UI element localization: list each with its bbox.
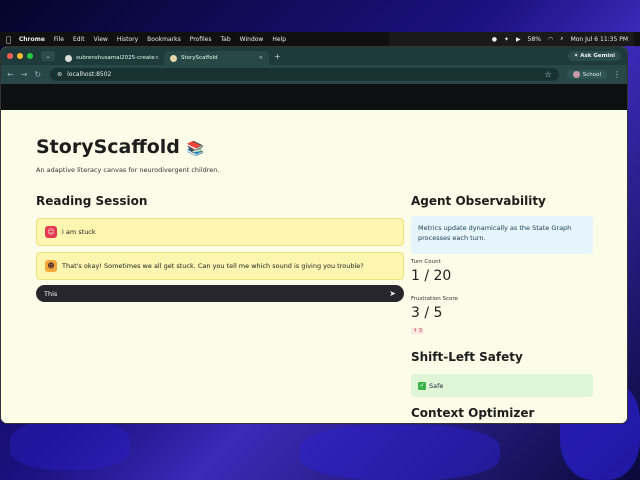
safety-status-box: ✓ Safe: [411, 374, 593, 397]
reload-icon[interactable]: ↻: [34, 70, 41, 79]
page-title-text: StoryScaffold: [36, 136, 180, 158]
mac-menu-bar:  Chrome File Edit View History Bookmark…: [0, 32, 640, 46]
turn-count-label: Turn Count: [411, 259, 441, 265]
github-icon: [65, 54, 72, 62]
site-info-icon[interactable]: ⊚: [57, 71, 62, 78]
menu-tab[interactable]: Tab: [221, 36, 231, 43]
menu-window[interactable]: Window: [240, 36, 264, 43]
reading-session-heading: Reading Session: [36, 194, 148, 208]
search-icon[interactable]: ⌕: [560, 35, 563, 43]
wifi-icon[interactable]: ◠: [548, 36, 553, 43]
streamlit-icon: [170, 54, 177, 62]
browser-menu-icon[interactable]: ⋮: [613, 70, 621, 79]
play-icon[interactable]: ▶: [516, 36, 521, 43]
back-icon[interactable]: ←: [7, 70, 14, 79]
frustration-score-value: 3 / 5: [411, 305, 443, 321]
check-icon: ✓: [418, 381, 426, 390]
new-tab-button[interactable]: +: [274, 52, 281, 61]
user-avatar-icon: ☺: [45, 226, 57, 238]
tab-strip: ⌄ subrenshusamal2025-create × StoryScaff…: [1, 47, 627, 65]
chat-message-assistant: ☻ That's okay! Sometimes we all get stuc…: [36, 252, 404, 280]
assistant-avatar-icon: ☻: [45, 260, 57, 272]
tab-label: StoryScaffold: [181, 55, 218, 61]
message-text: That's okay! Sometimes we all get stuck.…: [62, 262, 364, 270]
frustration-delta-badge: ↑ 3: [411, 328, 424, 334]
profile-avatar: [572, 71, 580, 78]
menu-help[interactable]: Help: [272, 36, 286, 43]
chat-input[interactable]: [44, 289, 390, 298]
send-icon[interactable]: ➤: [389, 289, 396, 298]
record-icon[interactable]: ●: [492, 36, 497, 43]
profile-label: School: [582, 71, 601, 78]
sparkle-icon[interactable]: ✦: [504, 36, 509, 43]
tab-search-icon[interactable]: ⌄: [41, 51, 55, 61]
close-window-icon[interactable]: [7, 53, 13, 59]
context-optimizer-heading: Context Optimizer: [411, 406, 535, 420]
profile-button[interactable]: School: [566, 70, 607, 79]
ask-gemini-button[interactable]: ✦ Ask Gemini: [567, 51, 621, 61]
menu-chrome[interactable]: Chrome: [19, 36, 45, 43]
app-header-strip: [1, 84, 627, 110]
bookmark-star-icon[interactable]: ☆: [545, 70, 552, 79]
safety-status-text: Safe: [429, 381, 444, 390]
url-text: localhost:8502: [67, 71, 112, 78]
maximize-window-icon[interactable]: [27, 53, 33, 59]
close-tab-icon[interactable]: ×: [155, 55, 160, 61]
menu-history[interactable]: History: [117, 36, 138, 43]
page-title: StoryScaffold 📚: [36, 136, 204, 158]
apple-icon[interactable]: : [6, 35, 11, 44]
battery-percent[interactable]: 58%: [528, 36, 541, 43]
frustration-score-label: Frustration Score: [411, 296, 458, 302]
shift-left-safety-heading: Shift-Left Safety: [411, 350, 523, 364]
menu-profiles[interactable]: Profiles: [190, 36, 212, 43]
status-tray: ● ✦ ▶ 58% ◠ ⌕ Mon Jul 6 11:35 PM: [389, 32, 634, 46]
address-bar-row: ← → ↻ ⊚ localhost:8502 ☆ School ⋮: [1, 65, 627, 84]
turn-count-value: 1 / 20: [411, 268, 452, 284]
browser-window: ⌄ subrenshusamal2025-create × StoryScaff…: [0, 46, 628, 424]
menu-view[interactable]: View: [94, 36, 108, 43]
observability-info-box: Metrics update dynamically as the State …: [411, 216, 593, 254]
app-page: StoryScaffold 📚 An adaptive literacy can…: [1, 110, 627, 423]
tab-github[interactable]: subrenshusamal2025-create ×: [59, 51, 164, 65]
tab-label: subrenshusamal2025-create: [76, 55, 155, 61]
clock[interactable]: Mon Jul 6 11:35 PM: [571, 36, 628, 43]
books-icon: 📚: [186, 141, 204, 157]
minimize-window-icon[interactable]: [17, 53, 23, 59]
forward-icon[interactable]: →: [21, 70, 28, 79]
chat-input-bar: ➤: [36, 285, 404, 302]
ask-gemini-label: Ask Gemini: [580, 53, 615, 59]
menu-bookmarks[interactable]: Bookmarks: [147, 36, 181, 43]
menu-edit[interactable]: Edit: [73, 36, 85, 43]
message-text: i am stuck: [62, 228, 96, 236]
menu-file[interactable]: File: [54, 36, 64, 43]
chat-message-user: ☺ i am stuck: [36, 218, 404, 246]
close-tab-icon[interactable]: ×: [258, 55, 263, 61]
page-subtitle: An adaptive literacy canvas for neurodiv…: [36, 166, 220, 174]
url-field[interactable]: ⊚ localhost:8502 ☆: [50, 68, 559, 81]
tab-storyscaffold[interactable]: StoryScaffold ×: [164, 51, 269, 65]
agent-observability-heading: Agent Observability: [411, 194, 546, 208]
